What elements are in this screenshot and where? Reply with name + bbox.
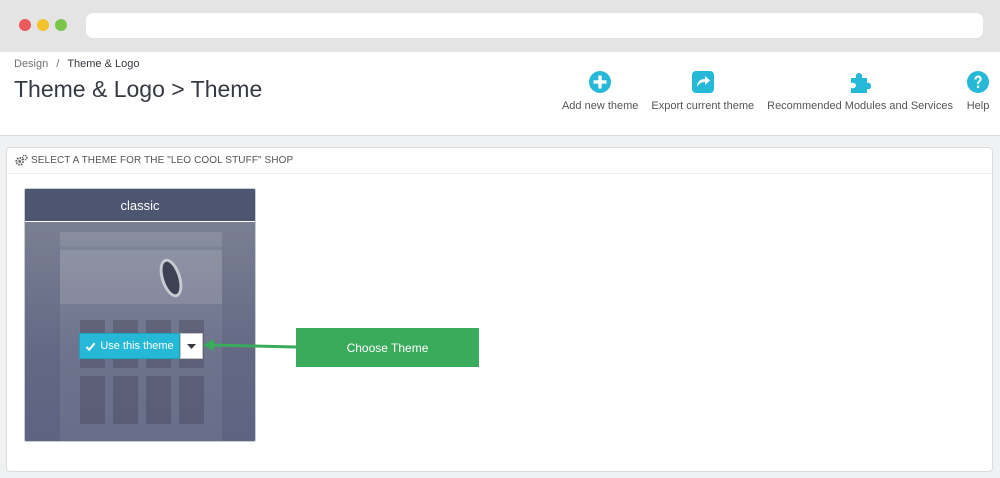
theme-preview-image: Use this theme [25,222,255,441]
use-this-theme-label: Use this theme [100,340,174,352]
panel-heading: Select a theme for the "Leo Cool Stuff" … [7,148,992,174]
panel-heading-text: Select a theme for the "Leo Cool Stuff" … [31,155,294,166]
export-current-theme-button[interactable]: Export current theme [651,70,754,112]
preview-header-bar [60,232,222,246]
help-label: Help [966,100,990,112]
use-this-theme-button[interactable]: Use this theme [79,333,180,359]
recommended-modules-button[interactable]: Recommended Modules and Services [767,70,953,112]
breadcrumb-separator: / [56,58,60,70]
page-title: Theme & Logo > Theme [14,76,263,102]
window-close-dot[interactable] [19,19,31,31]
page-toolbar: Add new theme Export current theme Recom… [549,70,990,112]
preview-product-tile [146,376,171,424]
add-new-theme-button[interactable]: Add new theme [562,70,638,112]
theme-name: classic [25,189,255,222]
theme-options-dropdown-toggle[interactable] [180,333,203,359]
export-current-theme-label: Export current theme [651,100,755,112]
theme-card-classic: classic Use this theme [24,188,256,442]
use-theme-split-button: Use this theme [79,333,203,359]
help-button[interactable]: Help [966,70,990,112]
plus-circle-icon [589,71,612,93]
preview-product-tile [179,376,204,424]
window-minimize-dot[interactable] [37,19,49,31]
breadcrumb-design[interactable]: Design [14,58,48,70]
breadcrumb-current: Theme & Logo [67,58,140,70]
add-new-theme-label: Add new theme [561,100,639,112]
preview-product-tile [113,376,138,424]
check-icon [85,342,96,351]
choose-theme-annotation: Choose Theme [296,328,479,367]
puzzle-icon [851,73,872,93]
preview-hero-banner [60,250,222,304]
cogs-icon [15,154,28,166]
window-maximize-dot[interactable] [55,19,67,31]
address-bar[interactable] [86,13,983,38]
share-square-icon [691,71,714,93]
preview-product-tile [80,376,105,424]
breadcrumb: Design / Theme & Logo [14,58,139,70]
app-window: Design / Theme & Logo Theme & Logo > Theme… [0,52,1000,478]
page-header: Design / Theme & Logo Theme & Logo > Theme… [0,52,1000,136]
help-circle-icon [967,71,989,93]
recommended-modules-label: Recommended Modules and Services [767,100,953,112]
browser-chrome [0,0,1000,52]
theme-select-panel: Select a theme for the "Leo Cool Stuff" … [6,147,993,472]
caret-down-icon [187,343,196,349]
